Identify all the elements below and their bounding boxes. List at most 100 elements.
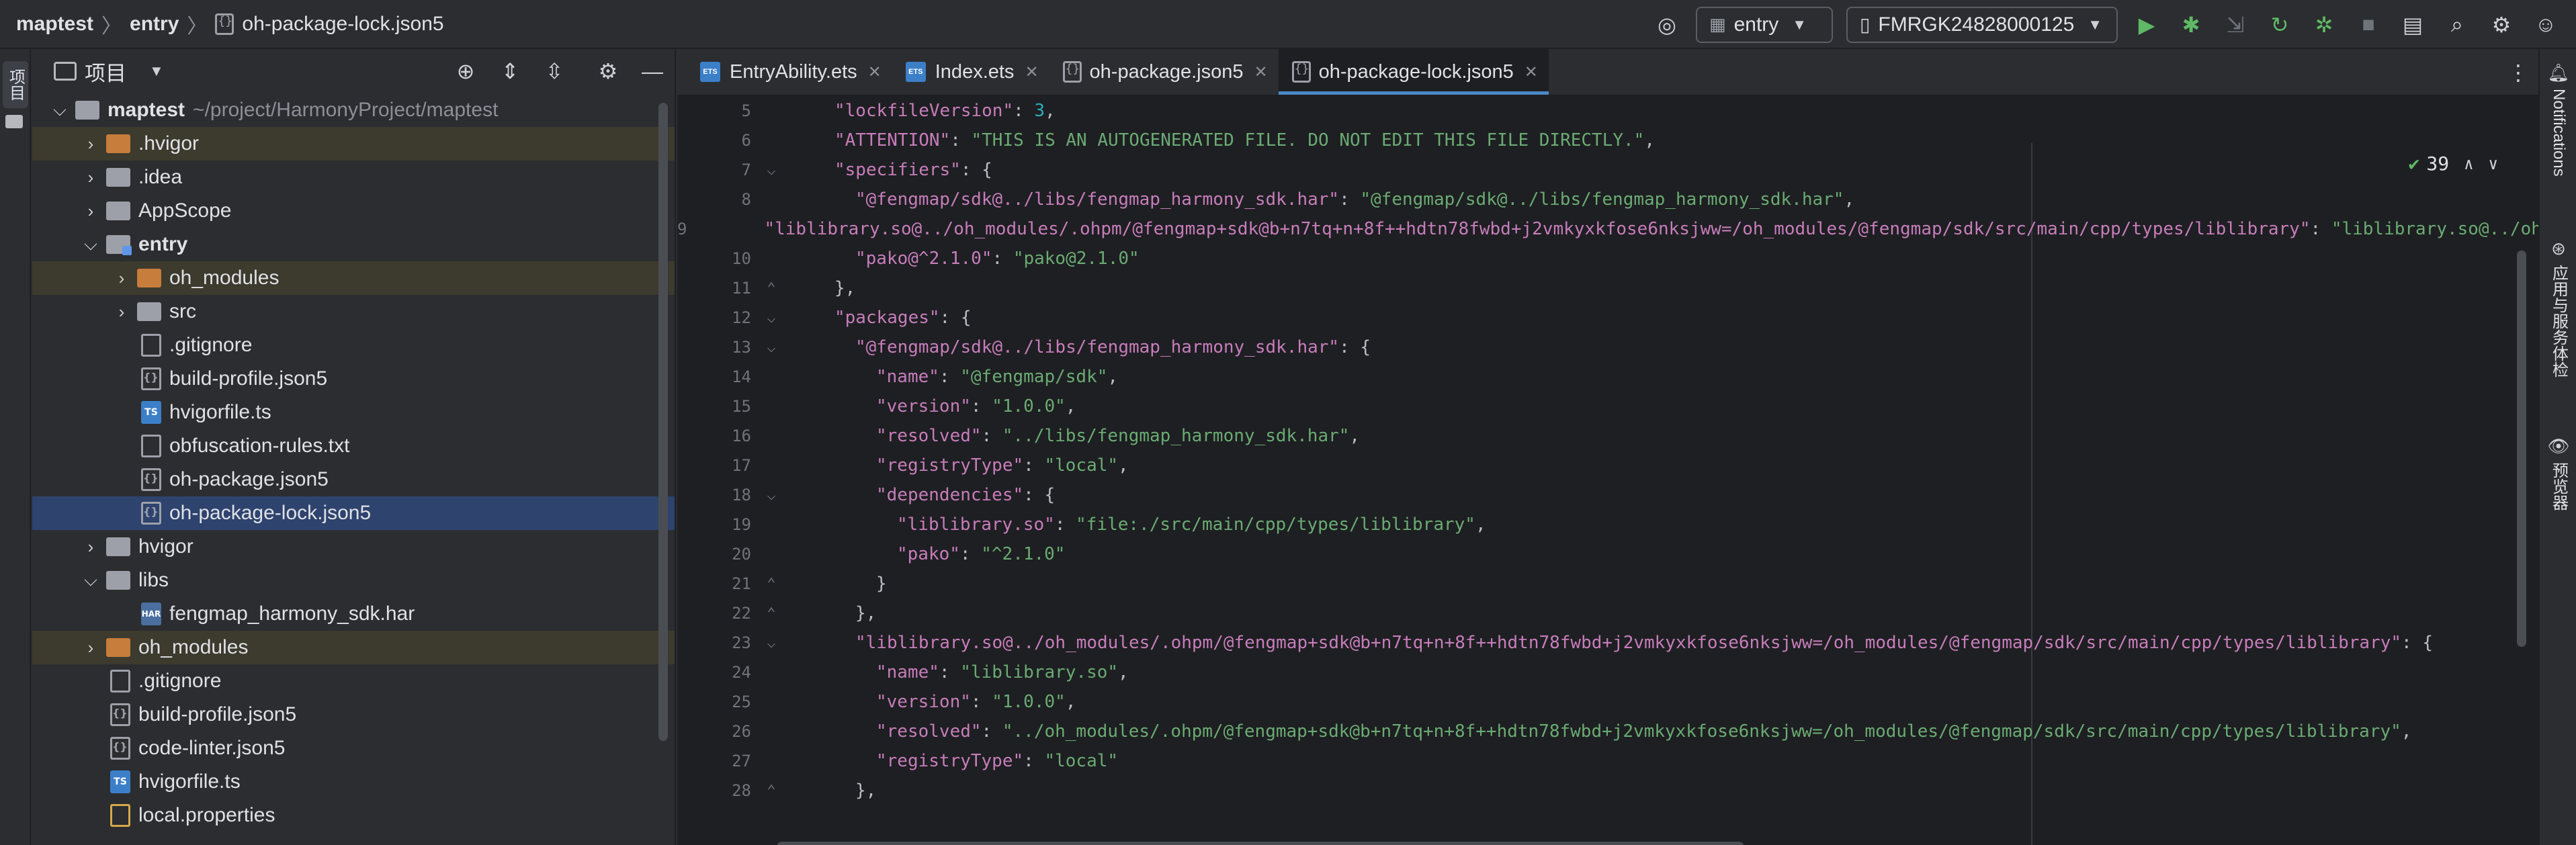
run-icon[interactable]: ▶ (2131, 9, 2162, 40)
project-scrollbar[interactable] (658, 103, 668, 741)
tree-item[interactable]: › .idea (32, 161, 675, 194)
profile-icon[interactable]: ✲ (2309, 9, 2339, 40)
tree-item[interactable]: › src (32, 295, 675, 328)
expand-all-icon[interactable]: ⇕ (495, 58, 525, 84)
fold-icon[interactable]: ⌵ (758, 339, 785, 356)
code-text: "@fengmap/sdk@../libs/fengmap_harmony_sd… (785, 189, 1854, 210)
tree-item[interactable]: › oh_modules (32, 261, 675, 295)
minimize-icon[interactable]: — (637, 59, 668, 84)
tree-item[interactable]: ⌵ libs (32, 564, 675, 597)
locate-icon[interactable]: ⊕ (450, 58, 481, 84)
line-number: 28 (732, 781, 751, 800)
breadcrumb-file[interactable]: oh-package-lock.json5 (242, 13, 443, 36)
txt-file-icon (141, 435, 161, 457)
code-line: 9 "liblibrary.so@../oh_modules/.ohpm/@fen… (677, 214, 2538, 244)
fold-icon[interactable]: ⌃ (758, 576, 785, 592)
close-icon[interactable]: ✕ (1254, 62, 1268, 82)
fold-icon[interactable]: ⌵ (758, 635, 785, 652)
device-manager-icon[interactable]: ▤ (2397, 9, 2428, 40)
project-panel-title[interactable]: 项目 (85, 56, 126, 87)
code-token: "pako@^2.1.0" (855, 249, 992, 269)
tree-item[interactable]: ›build-profile.json5 (32, 362, 675, 396)
chevron-down-icon[interactable]: ⌵ (81, 234, 101, 255)
tree-item[interactable]: ›TShvigorfile.ts (32, 765, 675, 799)
tree-item[interactable]: › AppScope (32, 194, 675, 228)
close-icon[interactable]: ✕ (1525, 62, 1538, 82)
chevron-down-icon[interactable]: ⌵ (50, 99, 70, 121)
code-line: 24 "name": "liblibrary.so", (677, 658, 2538, 687)
notifications-button[interactable]: 🔔︎ Notifications (2545, 62, 2572, 177)
more-options-icon[interactable]: ⋮ (2507, 60, 2529, 85)
account-icon[interactable]: ☺ (2530, 9, 2561, 40)
chevron-right-icon[interactable]: › (81, 637, 101, 658)
close-icon[interactable]: ✕ (868, 62, 882, 82)
fold-icon[interactable]: ⌃ (758, 783, 785, 799)
tree-item[interactable]: ⌵ entry (32, 228, 675, 261)
code-token: "THIS IS AN AUTOGENERATED FILE. DO NOT E… (971, 130, 1645, 150)
tree-item[interactable]: ›build-profile.json5 (32, 698, 675, 731)
target-icon[interactable]: ◎ (1651, 9, 1682, 40)
chevron-right-icon[interactable]: › (112, 302, 132, 322)
breadcrumb-module[interactable]: entry (130, 13, 179, 36)
code-token: : (950, 130, 972, 150)
debug-icon[interactable]: ✱ (2176, 9, 2206, 40)
chevron-right-icon[interactable]: › (81, 134, 101, 154)
project-tool-window-button[interactable]: 项目 (3, 61, 28, 108)
tree-item[interactable]: › oh_modules (32, 631, 675, 664)
chevron-right-icon[interactable]: › (112, 268, 132, 289)
chevron-down-icon[interactable]: ⌵ (81, 570, 101, 591)
tree-item[interactable]: ›obfuscation-rules.txt (32, 429, 675, 463)
previewer-button[interactable]: 👁︎ 预览器 (2545, 436, 2572, 510)
chevron-down-icon: ▼ (2088, 15, 2103, 33)
chevron-down-icon[interactable]: ▼ (149, 62, 164, 80)
json-file-icon (110, 737, 130, 760)
tree-item[interactable]: ›TShvigorfile.ts (32, 396, 675, 429)
editor-tab[interactable]: oh-package-lock.json5 ✕ (1278, 49, 1549, 95)
close-icon[interactable]: ✕ (1025, 62, 1038, 82)
code-editor[interactable]: ✔ 39 ∧ ∨ 5 "lockfileVersion": 3, 6 "ATTENTI… (677, 96, 2538, 845)
search-icon[interactable]: ⌕ (2442, 9, 2473, 40)
folder-icon[interactable] (5, 115, 23, 128)
tree-item[interactable]: › hvigor (32, 530, 675, 564)
apply-changes-icon[interactable]: ↻ (2264, 9, 2295, 40)
code-line: 14 "name": "@fengmap/sdk", (677, 362, 2538, 392)
tree-item[interactable]: ›HARfengmap_harmony_sdk.har (32, 597, 675, 631)
code-token: , (1045, 101, 1056, 121)
code-text: }, (785, 278, 855, 298)
tree-item[interactable]: ›oh-package.json5 (32, 463, 675, 496)
module-selector-value: entry (1733, 13, 1779, 36)
chevron-right-icon[interactable]: › (81, 537, 101, 558)
tree-item-label: .gitignore (169, 334, 253, 356)
tree-item[interactable]: ›code-linter.json5 (32, 731, 675, 765)
stop-icon[interactable]: ■ (2353, 9, 2384, 40)
fold-icon[interactable]: ⌃ (758, 605, 785, 622)
notifications-label: Notifications (2550, 89, 2568, 177)
line-number: 21 (732, 574, 751, 593)
json-file-icon (1062, 61, 1082, 83)
tree-item[interactable]: ›local.properties (32, 799, 675, 832)
tree-item[interactable]: › .hvigor (32, 127, 675, 161)
tree-item[interactable]: ›.gitignore (32, 664, 675, 698)
device-selector[interactable]: ▯ FMRGK24828000125 ▼ (1846, 6, 2118, 43)
tree-item[interactable]: ›.gitignore (32, 328, 675, 362)
editor-tab[interactable]: ETS Index.ets ✕ (892, 49, 1049, 95)
collapse-all-icon[interactable]: ⇳ (539, 58, 570, 84)
tree-item[interactable]: ⌵ maptest ~/project/HarmonyProject/maptest (32, 93, 675, 127)
chevron-right-icon[interactable]: › (81, 167, 101, 188)
fold-icon[interactable]: ⌵ (758, 310, 785, 326)
app-service-check-button[interactable]: ⊛ 应用与服务体检 (2545, 238, 2572, 377)
editor-tab[interactable]: ETS EntryAbility.ets ✕ (687, 49, 892, 95)
fold-icon[interactable]: ⌃ (758, 280, 785, 297)
horizontal-scrollbar[interactable] (777, 842, 1744, 845)
module-selector[interactable]: ▦ entry ▼ (1696, 6, 1833, 43)
fold-icon[interactable]: ⌵ (758, 487, 785, 504)
gear-icon[interactable]: ⚙ (593, 58, 624, 84)
line-number: 15 (732, 397, 751, 416)
settings-icon[interactable]: ⚙ (2486, 9, 2517, 40)
tree-item[interactable]: ›oh-package-lock.json5 (32, 496, 675, 530)
attach-icon[interactable]: ⇲ (2220, 9, 2251, 40)
chevron-right-icon[interactable]: › (81, 201, 101, 222)
breadcrumb-project[interactable]: maptest (16, 13, 93, 36)
editor-tab[interactable]: oh-package.json5 ✕ (1049, 49, 1279, 95)
fold-icon[interactable]: ⌵ (758, 162, 785, 179)
